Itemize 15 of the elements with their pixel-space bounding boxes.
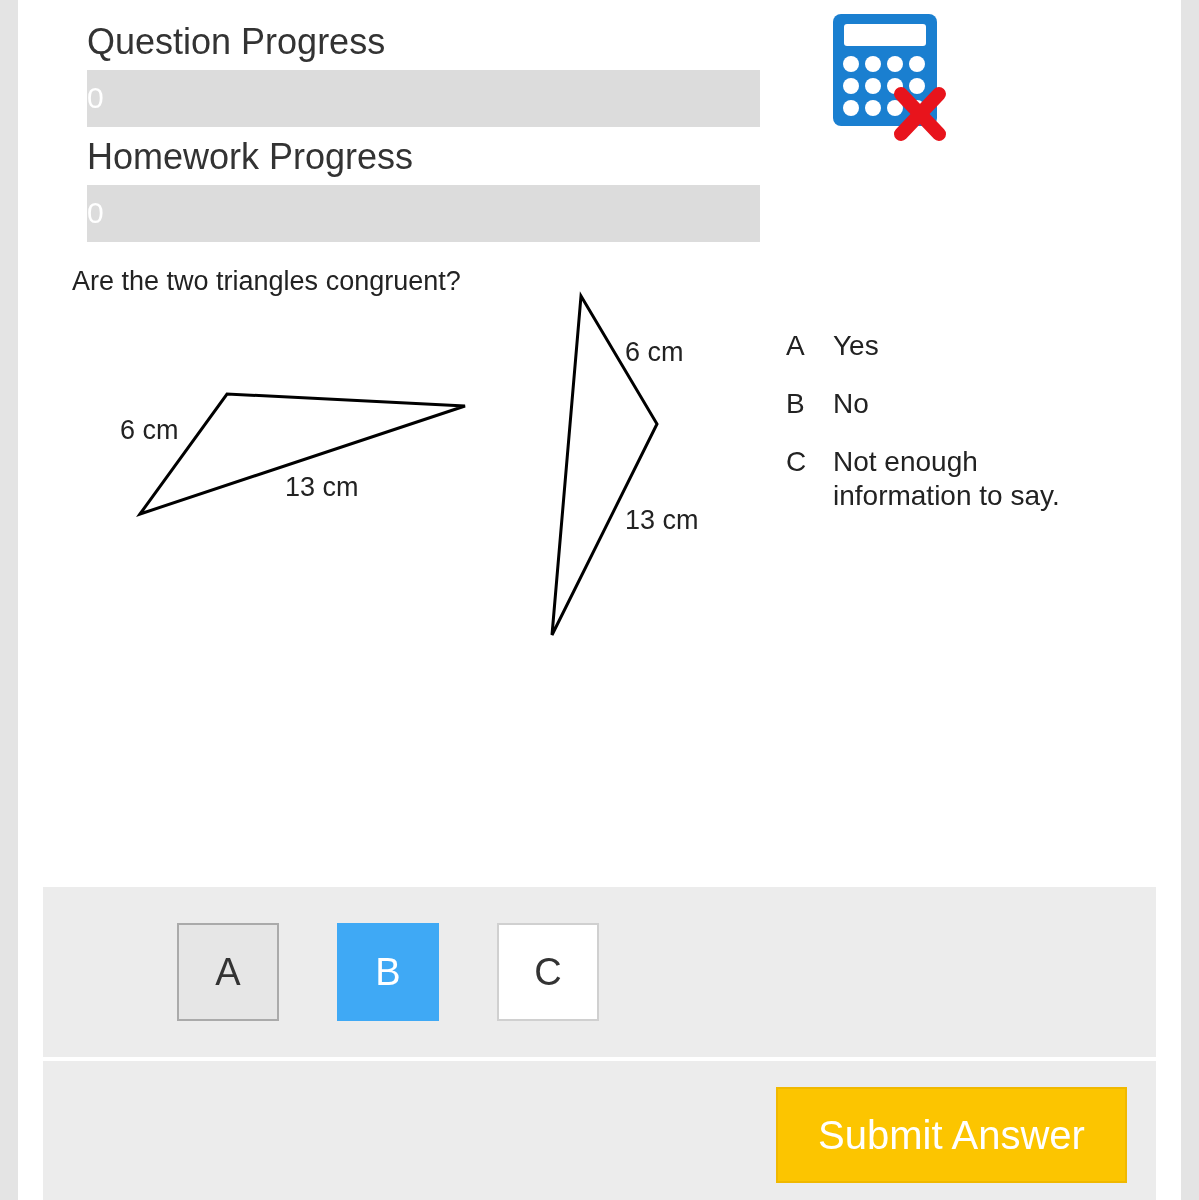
question-text: Are the two triangles congruent? xyxy=(72,266,461,297)
option-letter: C xyxy=(786,445,808,479)
progress-label: Question Progress xyxy=(87,20,387,64)
side-length-label: 13 cm xyxy=(625,505,699,535)
option-letter: B xyxy=(786,387,806,421)
side-length-label: 6 cm xyxy=(120,415,179,445)
option-text: Not enough information to say. xyxy=(833,445,1061,513)
answer-button[interactable]: C xyxy=(497,923,599,1021)
side-length-label: 6 cm xyxy=(625,337,684,367)
side-length-label: 13 cm xyxy=(285,472,359,502)
option-text: No xyxy=(833,387,870,421)
answer-button[interactable]: A xyxy=(177,923,279,1021)
option-text: Yes xyxy=(833,329,880,363)
option-letter: A xyxy=(786,329,806,363)
progress-label: Homework Progress xyxy=(87,135,415,179)
